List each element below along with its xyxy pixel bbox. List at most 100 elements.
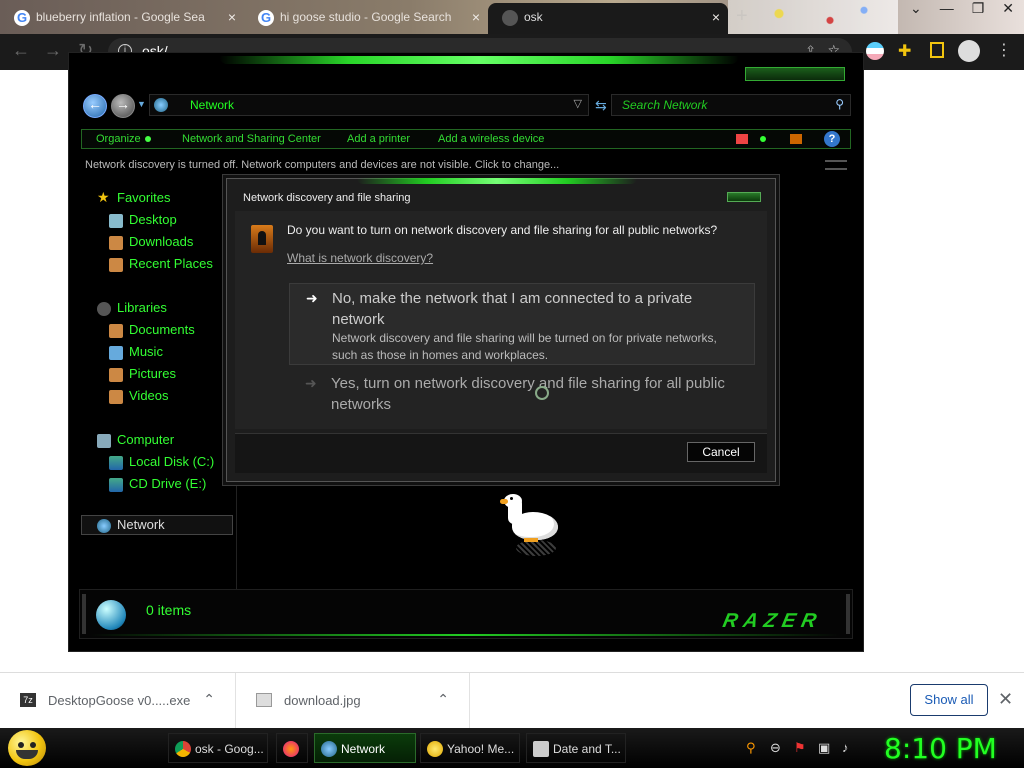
location-text: Network (190, 98, 235, 112)
tab-label: osk (524, 10, 543, 24)
forward-button[interactable]: → (44, 40, 62, 61)
green-accent-line (219, 56, 739, 64)
close-shelf-icon[interactable]: ✕ (998, 689, 1013, 710)
firefox-icon (283, 741, 299, 757)
option-turn-on-public[interactable]: ➜ Yes, turn on network discovery and fil… (289, 369, 755, 421)
option-heading: No, make the network that I am connected… (332, 290, 693, 328)
network-icon (154, 98, 168, 112)
dialog-body: Do you want to turn on network discovery… (235, 211, 767, 429)
minimize-button[interactable]: — (940, 0, 954, 28)
minus-tray-icon[interactable]: ⊖ (770, 740, 786, 756)
task-firefox[interactable] (276, 733, 308, 763)
network-icon (321, 741, 337, 757)
globe-favicon-icon (502, 10, 518, 26)
show-all-button[interactable]: Show all (910, 684, 988, 716)
documents-icon (109, 324, 123, 338)
action-center-flag-icon[interactable]: ⚑ (794, 740, 810, 756)
tab-label: blueberry inflation - Google Sea (36, 10, 205, 24)
image-file-icon (256, 693, 272, 707)
tab-close-icon[interactable]: × (712, 3, 720, 31)
search-tray-icon[interactable]: ⚲ (746, 740, 762, 756)
organize-button[interactable]: Organize (96, 133, 151, 145)
page-content: ← → ▼ Network ▽ ⇆ Search Network ⚲ Organ… (0, 52, 1024, 672)
libraries-icon (97, 302, 111, 316)
dialog-close-button[interactable] (727, 192, 761, 202)
yahoo-messenger-icon (427, 741, 443, 757)
window-controls: ⌄ — ❐ ✕ (910, 0, 1014, 28)
tab-close-icon[interactable]: × (472, 3, 480, 31)
preview-pane-icon[interactable] (790, 134, 802, 144)
pictures-icon (109, 368, 123, 382)
downloads-icon (109, 236, 123, 250)
dialog-footer: Cancel (235, 433, 767, 473)
network-sharing-icon (251, 225, 273, 253)
item-count: 0 items (146, 602, 192, 618)
infobar-collapse-icon[interactable] (825, 160, 847, 170)
download-filename: DesktopGoose v0.....exe (48, 693, 191, 708)
recent-pages-dropdown-icon[interactable]: ▼ (137, 99, 146, 109)
tab-search-button[interactable]: ⌄ (910, 0, 922, 28)
add-wireless-device-button[interactable]: Add a wireless device (438, 133, 544, 145)
option-make-private[interactable]: ➜ No, make the network that I am connect… (289, 283, 755, 365)
chevron-up-icon[interactable]: ⌃ (437, 691, 449, 708)
chevron-up-icon[interactable]: ⌃ (203, 691, 215, 708)
explorer-status-bar: 0 items RAZER (79, 589, 853, 639)
download-filename: download.jpg (284, 693, 361, 708)
start-smiley-icon[interactable] (8, 730, 46, 766)
menu-kebab-icon[interactable]: ⋮ (996, 40, 1014, 59)
music-icon (109, 346, 123, 360)
volume-icon[interactable]: ♪ (842, 740, 858, 756)
network-sharing-center-button[interactable]: Network and Sharing Center (182, 133, 321, 145)
network-discovery-infobar[interactable]: Network discovery is turned off. Network… (81, 157, 851, 175)
computer-icon (97, 434, 111, 448)
add-printer-button[interactable]: Add a printer (347, 133, 410, 145)
view-options-icon[interactable] (736, 134, 748, 144)
tab-hi-goose-studio[interactable]: hi goose studio - Google Search × (244, 3, 488, 34)
explorer-search-field[interactable]: Search Network ⚲ (611, 94, 851, 116)
task-chrome[interactable]: osk - Goog... (168, 733, 268, 763)
what-is-network-discovery-link[interactable]: What is network discovery? (287, 251, 433, 265)
cancel-button[interactable]: Cancel (687, 442, 755, 462)
new-tab-button[interactable]: + (736, 5, 748, 28)
address-dropdown-icon[interactable]: ▽ (574, 97, 582, 110)
network-icon (97, 519, 111, 533)
download-item[interactable]: download.jpg ⌃ (236, 673, 470, 729)
tab-close-icon[interactable]: × (228, 3, 236, 31)
tab-blueberry-inflation[interactable]: blueberry inflation - Google Sea × (0, 3, 244, 34)
navigation-pane: ★ Favorites Desktop Downloads Recent Pla… (79, 179, 237, 593)
dialog-question: Do you want to turn on network discovery… (287, 223, 718, 237)
explorer-address-field[interactable]: Network ▽ (149, 94, 589, 116)
task-network[interactable]: Network (314, 733, 416, 763)
back-button[interactable]: ← (12, 40, 30, 61)
account-avatar-icon[interactable] (958, 40, 980, 62)
desktop-icon (109, 214, 123, 228)
google-favicon-icon (14, 4, 30, 32)
explorer-window-controls[interactable] (745, 67, 845, 81)
local-disk-icon (109, 456, 123, 470)
network-discovery-dialog: Network discovery and file sharing Do yo… (226, 178, 776, 482)
infobar-text: Network discovery is turned off. Network… (85, 159, 560, 171)
taskbar-clock[interactable]: 8:10 PM (884, 732, 997, 765)
refresh-icon[interactable]: ⇆ (595, 97, 607, 114)
search-icon[interactable]: ⚲ (835, 97, 844, 111)
restore-button[interactable]: ❐ (972, 0, 985, 28)
close-window-button[interactable]: ✕ (1002, 0, 1014, 28)
task-yahoo-messenger[interactable]: Yahoo! Me... (420, 733, 520, 763)
explorer-forward-button[interactable]: → (111, 94, 135, 118)
date-time-icon (533, 741, 549, 757)
extensions-puzzle-icon[interactable]: ✚ (898, 41, 916, 60)
chrome-icon (175, 741, 191, 757)
task-date-and-time[interactable]: Date and T... (526, 733, 626, 763)
profile-flag-icon[interactable] (866, 42, 884, 60)
explorer-back-button[interactable]: ← (83, 94, 107, 118)
desktop-goose-sprite[interactable] (500, 494, 562, 556)
taskbar: osk - Goog... Network Yahoo! Me... Date … (0, 728, 1024, 768)
status-dot-icon (760, 136, 766, 142)
network-tray-icon[interactable]: ▣ (818, 740, 834, 756)
download-item[interactable]: 7z DesktopGoose v0.....exe ⌃ (0, 673, 236, 729)
help-icon[interactable]: ? (824, 131, 840, 147)
search-placeholder: Search Network (622, 98, 708, 112)
sidebar-icon[interactable] (930, 42, 944, 58)
tab-osk[interactable]: osk × (488, 3, 728, 34)
star-icon: ★ (97, 189, 110, 205)
